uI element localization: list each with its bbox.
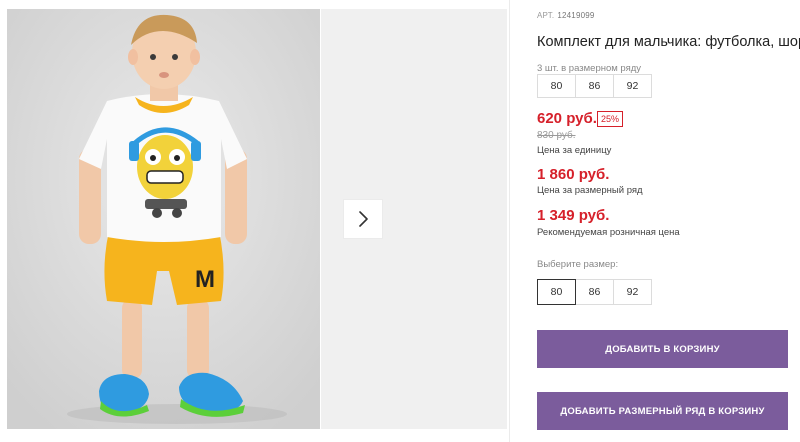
product-title: Комплект для мальчика: футболка, шорты bbox=[537, 34, 800, 50]
size-option-86[interactable]: 86 bbox=[575, 279, 614, 305]
article-value: 12419099 bbox=[557, 11, 595, 20]
size-range-item: 80 bbox=[537, 74, 576, 98]
article-number: АРТ. 12419099 bbox=[537, 11, 595, 20]
range-price-label: Цена за размерный ряд bbox=[537, 185, 643, 196]
size-option-80[interactable]: 80 bbox=[537, 279, 576, 305]
article-label: АРТ. bbox=[537, 11, 555, 20]
old-price: 830 руб. bbox=[537, 130, 576, 141]
recommended-price-label: Рекомендуемая розничная цена bbox=[537, 227, 680, 238]
range-price: 1 860 руб. bbox=[537, 166, 610, 183]
next-image-button[interactable] bbox=[344, 200, 382, 238]
size-option-92[interactable]: 92 bbox=[613, 279, 652, 305]
choose-size-label: Выберите размер: bbox=[537, 259, 619, 270]
shorts-print-letter: M bbox=[195, 266, 215, 293]
add-size-range-to-cart-button[interactable]: ДОБАВИТЬ РАЗМЕРНЫЙ РЯД В КОРЗИНУ bbox=[537, 392, 788, 430]
product-gallery: M bbox=[0, 0, 510, 442]
recommended-price: 1 349 руб. bbox=[537, 207, 610, 224]
size-selector: 80 86 92 bbox=[537, 279, 652, 305]
unit-price-label: Цена за единицу bbox=[537, 145, 612, 156]
size-range-label: 3 шт. в размерном ряду bbox=[537, 63, 642, 74]
photo-boy-in-tshirt-shorts: M bbox=[7, 9, 320, 429]
size-range-list: 80 86 92 bbox=[537, 74, 652, 98]
size-range-item: 86 bbox=[575, 74, 614, 98]
size-range-item: 92 bbox=[613, 74, 652, 98]
discount-badge: 25% bbox=[597, 111, 624, 127]
product-photo[interactable]: M bbox=[7, 9, 320, 429]
current-price: 620 руб. bbox=[537, 110, 597, 127]
product-info-panel: АРТ. 12419099 Комплект для мальчика: футб… bbox=[537, 0, 800, 442]
gallery-divider bbox=[509, 0, 510, 442]
add-to-cart-button[interactable]: ДОБАВИТЬ В КОРЗИНУ bbox=[537, 330, 788, 368]
chevron-right-icon bbox=[359, 211, 368, 227]
